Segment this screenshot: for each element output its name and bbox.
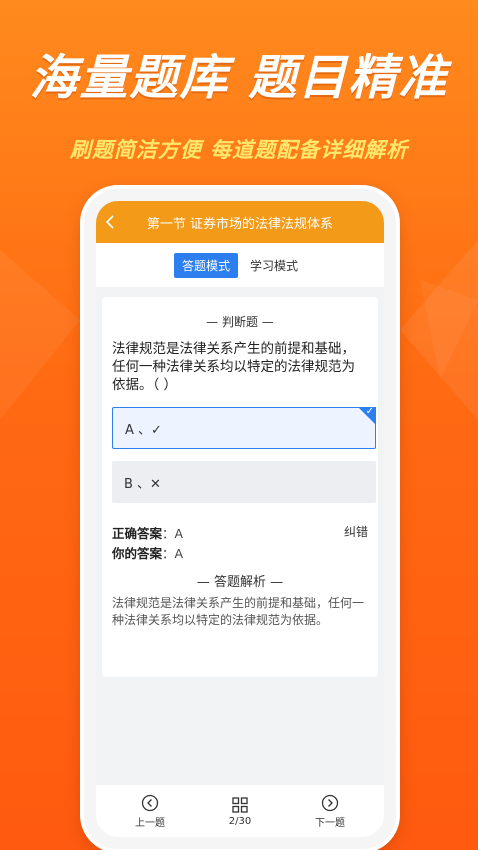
prev-question-button[interactable]: 上一题: [120, 785, 180, 837]
circle-chevron-right-icon: [321, 794, 339, 811]
your-answer-label: 你的答案: [112, 546, 163, 561]
grid-icon: [232, 796, 248, 813]
next-question-label: 下一题: [315, 817, 345, 829]
your-answer-row: 你的答案：A: [112, 543, 183, 562]
question-grid-button[interactable]: 2/30: [210, 785, 270, 837]
tab-study-mode[interactable]: 学习模式: [242, 252, 307, 278]
top-bar: 第一节 证券市场的法律法规体系: [96, 201, 384, 243]
report-error-link[interactable]: 纠错: [344, 523, 368, 540]
question-card: — 判断题 — 法律规范是法律关系产生的前提和基础，任何一种法律关系均以特定的法…: [102, 297, 378, 677]
promo-subline: 刷题简洁方便 每道题配备详细解析: [69, 138, 409, 162]
promo-headline: 海量题库 题目精准: [29, 50, 449, 106]
prev-question-label: 上一题: [135, 817, 165, 829]
check-icon: ✓: [365, 406, 374, 417]
next-question-button[interactable]: 下一题: [300, 785, 360, 837]
progress-counter: 2/30: [228, 815, 252, 827]
bottom-navigation: 上一题 2/30 下一题: [96, 785, 384, 837]
app-screen: 第一节 证券市场的法律法规体系 答题模式 学习模式 — 判断题 — 法律规范是法…: [96, 201, 384, 837]
analysis-text: 法律规范是法律关系产生的前提和基础，任何一种法律关系均以特定的法律规范为依据。: [112, 596, 365, 627]
page-title: 第一节 证券市场的法律法规体系: [146, 216, 334, 232]
option-b-label: B 、✕: [124, 476, 161, 492]
correct-answer-value: ：A: [162, 526, 184, 541]
your-answer-value: ：A: [162, 546, 184, 561]
option-a[interactable]: A 、✓ ✓: [112, 407, 376, 449]
option-a-label: A 、✓: [125, 422, 162, 438]
question-text: 法律规范是法律关系产生的前提和基础，任何一种法律关系均以特定的法律规范为依据。（…: [112, 341, 355, 393]
analysis-title: — 答题解析 —: [196, 575, 284, 590]
option-b[interactable]: B 、✕: [112, 461, 376, 503]
circle-chevron-left-icon: [141, 794, 159, 811]
correct-answer-row: 正确答案：A: [112, 523, 183, 542]
phone-frame: 第一节 证券市场的法律法规体系 答题模式 学习模式 — 判断题 — 法律规范是法…: [84, 189, 396, 849]
tab-answer-mode[interactable]: 答题模式: [173, 252, 238, 278]
mode-switch: 答题模式 学习模式: [96, 243, 384, 287]
question-type-label: — 判断题 —: [206, 315, 274, 329]
correct-answer-label: 正确答案: [112, 526, 163, 541]
chevron-left-icon[interactable]: [96, 201, 124, 243]
